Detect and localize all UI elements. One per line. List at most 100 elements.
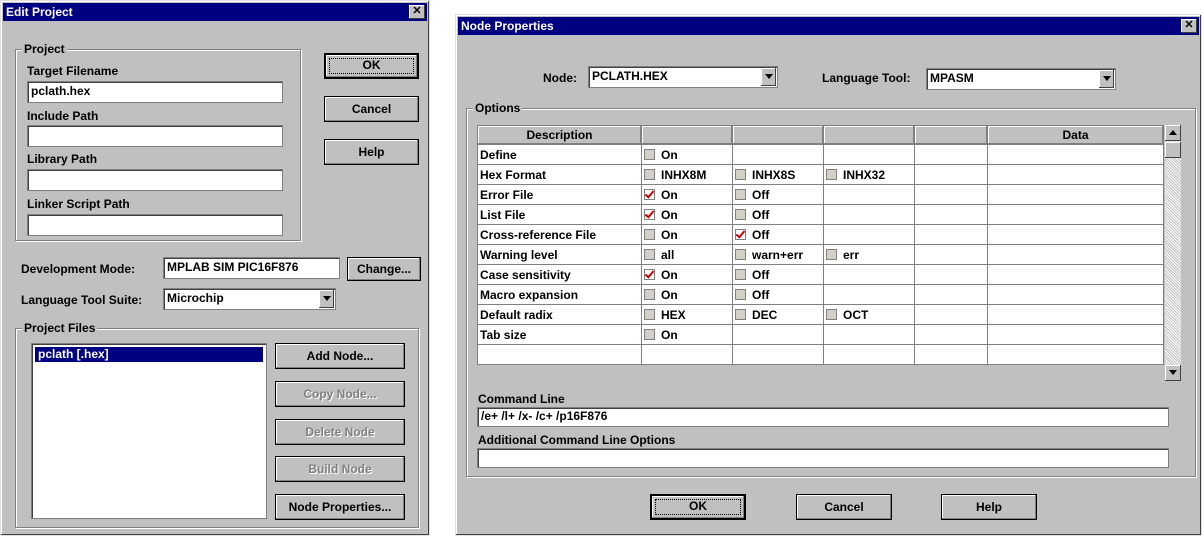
copy-node-button[interactable]: Copy Node...	[275, 381, 405, 407]
target-filename-field[interactable]: pclath.hex	[27, 81, 283, 103]
option-cell	[987, 304, 1164, 325]
option-cell: On	[641, 144, 733, 165]
checkbox-icon[interactable]	[644, 288, 655, 300]
chevron-down-icon[interactable]	[1099, 70, 1114, 88]
options-group-title: Options	[473, 101, 523, 115]
checkbox-icon[interactable]	[644, 228, 655, 240]
option-label: warn+err	[752, 247, 804, 262]
option-description	[477, 344, 642, 365]
checkbox-icon[interactable]	[735, 288, 746, 300]
option-cell	[914, 204, 988, 225]
options-scrollbar[interactable]	[1165, 125, 1181, 381]
option-cell	[823, 184, 915, 205]
option-description: Define	[477, 144, 642, 165]
option-cell: all	[641, 244, 733, 265]
option-description: Hex Format	[477, 164, 642, 185]
ok-button[interactable]: OK	[324, 53, 419, 79]
cancel-button-label: Cancel	[824, 500, 864, 514]
library-path-field[interactable]	[27, 169, 283, 191]
dev-mode-label: Development Mode:	[21, 262, 136, 276]
option-cell	[987, 184, 1164, 205]
option-label: Off	[752, 207, 770, 222]
checkbox-icon[interactable]	[735, 308, 746, 320]
cancel-button[interactable]: Cancel	[324, 96, 419, 122]
delete-node-button[interactable]: Delete Node	[275, 419, 405, 445]
checkbox-icon[interactable]	[826, 248, 837, 260]
lang-suite-value: Microchip	[167, 291, 224, 305]
option-description: List File	[477, 204, 642, 225]
option-cell: INHX8M	[641, 164, 733, 185]
checkbox-icon[interactable]	[735, 208, 746, 220]
node-select[interactable]: PCLATH.HEX	[588, 66, 778, 88]
close-icon[interactable]: ✕	[1181, 19, 1197, 33]
help-button[interactable]: Help	[941, 494, 1037, 520]
table-row: Error File On Off	[477, 184, 1164, 205]
add-node-button[interactable]: Add Node...	[275, 343, 405, 369]
checkbox-checked-icon[interactable]	[735, 228, 746, 240]
option-cell: warn+err	[732, 244, 824, 265]
close-icon[interactable]: ✕	[409, 5, 425, 19]
scroll-up-icon[interactable]	[1165, 125, 1181, 141]
help-button[interactable]: Help	[324, 139, 419, 165]
option-cell: Off	[732, 224, 824, 245]
checkbox-checked-icon[interactable]	[644, 208, 655, 220]
option-cell	[987, 204, 1164, 225]
help-button-label: Help	[975, 500, 1002, 514]
include-path-field[interactable]	[27, 125, 283, 147]
option-cell: DEC	[732, 304, 824, 325]
checkbox-icon[interactable]	[735, 188, 746, 200]
change-button[interactable]: Change...	[347, 257, 421, 281]
table-row: Define On	[477, 144, 1164, 165]
checkbox-icon[interactable]	[644, 148, 655, 160]
checkbox-checked-icon[interactable]	[644, 188, 655, 200]
lang-tool-select[interactable]: MPASM	[926, 68, 1116, 90]
build-node-button[interactable]: Build Node	[275, 456, 405, 482]
lang-suite-select[interactable]: Microchip	[163, 288, 336, 310]
ok-button[interactable]: OK	[650, 494, 746, 520]
option-label: On	[661, 267, 678, 282]
checkbox-icon[interactable]	[826, 168, 837, 180]
table-header-row: Description Data	[477, 125, 1164, 145]
option-label: On	[661, 287, 678, 302]
linker-script-field[interactable]	[27, 214, 283, 236]
option-cell	[987, 244, 1164, 265]
checkbox-icon[interactable]	[735, 168, 746, 180]
option-label: INHX8S	[752, 167, 796, 182]
option-cell	[914, 344, 988, 365]
option-cell: INHX8S	[732, 164, 824, 185]
option-cell: HEX	[641, 304, 733, 325]
list-item[interactable]: pclath [.hex]	[35, 347, 263, 362]
project-files-list[interactable]: pclath [.hex]	[31, 343, 267, 519]
checkbox-icon[interactable]	[644, 328, 655, 340]
checkbox-icon[interactable]	[644, 248, 655, 260]
additional-options-field[interactable]	[477, 448, 1169, 468]
option-cell	[914, 304, 988, 325]
option-description: Error File	[477, 184, 642, 205]
checkbox-checked-icon[interactable]	[644, 268, 655, 280]
node-label: Node:	[543, 71, 577, 85]
table-row: Cross-reference File On Off	[477, 224, 1164, 245]
node-properties-button[interactable]: Node Properties...	[275, 494, 405, 520]
option-cell	[987, 344, 1164, 365]
cancel-button[interactable]: Cancel	[796, 494, 892, 520]
option-cell	[914, 224, 988, 245]
ok-button-label: OK	[689, 499, 707, 513]
option-cell: Off	[732, 284, 824, 305]
option-label: Off	[752, 287, 770, 302]
scroll-down-icon[interactable]	[1165, 365, 1181, 381]
chevron-down-icon[interactable]	[319, 290, 334, 308]
scroll-thumb[interactable]	[1165, 142, 1181, 158]
checkbox-icon[interactable]	[735, 268, 746, 280]
checkbox-icon[interactable]	[644, 308, 655, 320]
linker-script-label: Linker Script Path	[27, 197, 130, 211]
chevron-down-icon[interactable]	[761, 68, 776, 86]
checkbox-icon[interactable]	[826, 308, 837, 320]
option-cell: Off	[732, 184, 824, 205]
option-description: Default radix	[477, 304, 642, 325]
checkbox-icon[interactable]	[644, 168, 655, 180]
column-header	[641, 125, 733, 145]
option-cell	[987, 284, 1164, 305]
checkbox-icon[interactable]	[735, 248, 746, 260]
library-path-label: Library Path	[27, 152, 98, 166]
edit-project-titlebar: Edit Project ✕	[3, 3, 427, 21]
